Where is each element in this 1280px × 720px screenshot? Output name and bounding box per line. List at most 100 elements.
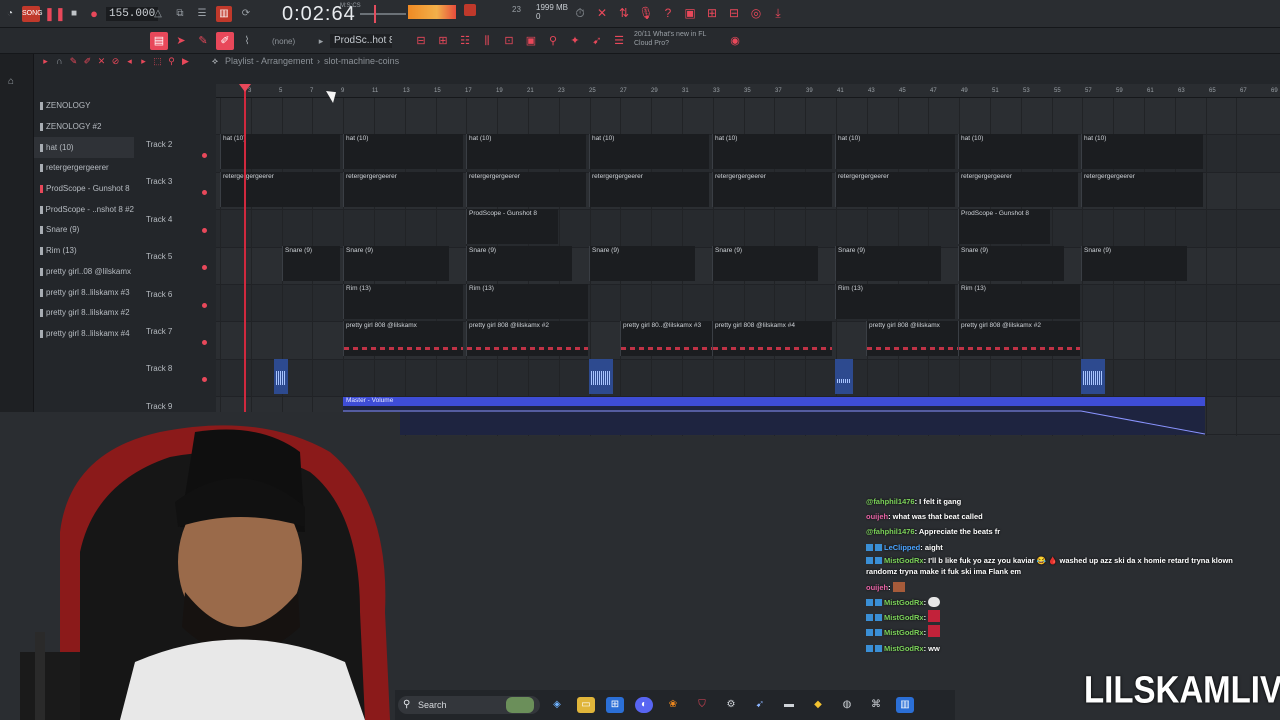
pattern-clip[interactable]: Snare (9) [712,246,818,281]
brave-icon[interactable]: ⛉ [693,697,711,713]
pattern-clip[interactable]: retergergergeerer [589,172,709,207]
pattern-clip[interactable]: pretty girl 808 @lilskamx #2 [466,321,588,356]
pattern-clip[interactable]: Rim (13) [835,284,955,319]
piano-roll-icon[interactable]: ⊟ [726,5,742,21]
playlist-view-icon[interactable]: ▤ [150,32,168,50]
browser-icon[interactable]: ⌂ [8,76,14,87]
pattern-clip[interactable]: retergergergeerer [1081,172,1203,207]
browser-item[interactable]: retergergerg­eerer [34,158,134,179]
track-header[interactable]: Track 2 [134,126,216,163]
pencil-icon[interactable]: ✎ [68,56,79,67]
pattern-clip[interactable]: Rim (13) [958,284,1080,319]
photos-icon[interactable]: ▥ [896,697,914,713]
obs-icon[interactable]: ◆ [809,697,827,713]
audio-clip[interactable] [589,359,613,394]
widgets-icon[interactable] [506,697,534,713]
automation-clip[interactable]: Master - Volume [343,397,1205,435]
pattern-clip[interactable]: retergergergeerer [835,172,955,207]
plugin-database-icon[interactable]: ⊞ [704,5,720,21]
browser-view-icon[interactable]: ⊡ [500,32,518,50]
track-header[interactable]: Track 6 [134,276,216,313]
master-volume-handle[interactable] [374,5,376,23]
track-header[interactable]: Track 4 [134,201,216,238]
countdown-icon[interactable]: ⧉ [172,6,188,22]
pattern-clip[interactable]: hat (10) [958,134,1078,169]
pattern-clip[interactable]: hat (10) [1081,134,1203,169]
close-all-icon[interactable]: ✕ [594,5,610,21]
track-lane[interactable] [216,359,1280,398]
track-header[interactable]: Track 5 [134,238,216,275]
track-mute-led[interactable] [202,377,207,383]
pattern-clip[interactable]: hat (10) [712,134,832,169]
select-icon[interactable]: ⬚ [152,56,163,67]
pattern-clip[interactable]: ProdScope - Gunshot 8 [958,209,1050,244]
track-mute-led[interactable] [202,190,207,196]
save-icon[interactable]: ▣ [682,5,698,21]
pattern-clip[interactable]: hat (10) [466,134,586,169]
pattern-clip[interactable]: retergergergeerer [958,172,1078,207]
terminal-icon[interactable]: ⌘ [867,697,885,713]
pattern-clip[interactable]: Snare (9) [1081,246,1187,281]
timeline-ruler[interactable]: 3 5 7 9 11 13 15 17 19 21 23 25 27 29 31 33 35 37 39 41 43 45… [216,84,1280,98]
playhead-marker[interactable] [239,84,251,92]
pattern-clip[interactable]: Snare (9) [343,246,449,281]
account-icon[interactable]: ◉ [726,32,744,50]
pattern-clip[interactable]: pretty girl 808 @lilskamx [343,321,463,356]
pattern-clip[interactable]: retergergergeerer [343,172,463,207]
arrow-right-icon[interactable]: ➤ [172,32,190,50]
browser-item[interactable]: ZENOLOGY #2 [34,117,134,138]
mixer-icon[interactable]: ⇅ [616,5,632,21]
track-mute-led[interactable] [202,265,207,271]
media-icon[interactable]: ◍ [838,697,856,713]
track-mute-led[interactable] [202,302,207,308]
audio-clip[interactable] [835,359,853,394]
pattern-clip[interactable]: Snare (9) [958,246,1064,281]
tool-menu-icon[interactable]: ▸ [40,56,51,67]
master-volume-slider[interactable] [360,13,406,15]
settings-icon[interactable]: ⚙ [722,697,740,713]
link-icon[interactable]: ➹ [588,32,606,50]
pattern-clip[interactable]: hat (10) [220,134,340,169]
channel-rack-icon[interactable]: ☷ [456,32,474,50]
track-lane[interactable] [216,210,1280,248]
blend-notes-icon[interactable]: ▥ [216,6,232,22]
pattern-clip[interactable]: Snare (9) [282,246,340,281]
pattern-clip[interactable]: pretty girl 808 @lilskamx [866,321,958,356]
record-icon[interactable]: ● [86,6,102,22]
pattern-clip[interactable]: pretty girl 808 @lilskamx #2 [958,321,1080,356]
pattern-clip[interactable]: pretty girl 80..@lilskamx #3 [620,321,712,356]
pattern-clip[interactable]: hat (10) [835,134,955,169]
brush-icon[interactable]: ✐ [82,56,93,67]
mixer-view-icon[interactable]: ⫼ [478,32,496,50]
browser-item[interactable]: pretty girl 8..lilskamx #3 [34,282,134,303]
track-header[interactable]: Track 7 [134,313,216,350]
audio-clip[interactable] [1081,359,1105,394]
pattern-clip[interactable]: hat (10) [343,134,463,169]
pattern-clip[interactable]: Rim (13) [343,284,463,319]
pattern-clip[interactable]: Rim (13) [466,284,588,319]
pause-icon[interactable]: ❚❚ [44,6,66,22]
track-mute-led[interactable] [202,340,207,345]
browser-item[interactable]: hat (10) [34,137,134,159]
pattern-selector[interactable]: ProdSc..hot 8 [330,34,392,48]
slice-tool-icon[interactable]: ▸ [138,56,149,67]
browser-item[interactable]: Rim (13) [34,241,134,262]
browser-item[interactable]: ProdScope - ..nshot 8 #2 [34,199,134,220]
browser-item[interactable]: pretty girl 8..lilskamx #4 [34,324,134,345]
undo-history-icon[interactable]: ⏱ [572,5,588,21]
piano-roll-view-icon[interactable]: ⊞ [434,32,452,50]
pattern-clip[interactable]: hat (10) [589,134,709,169]
slip-icon[interactable]: ◂ [124,56,135,67]
browser-item[interactable]: pretty girl..08 @lilskamx [34,262,134,283]
song-mode-button[interactable]: SONG [22,6,43,22]
pattern-clip[interactable]: Snare (9) [835,246,941,281]
stop-icon[interactable]: ■ [66,6,82,22]
pattern-clip[interactable]: retergergergeerer [466,172,586,207]
microphone-icon[interactable]: 🎙 [638,5,654,21]
snap-value[interactable]: (none) [272,37,295,46]
browser-item[interactable]: ProdScope - Gunshot 8 [34,179,134,200]
track-header[interactable]: Track 3 [134,163,216,200]
playhead[interactable] [244,88,246,428]
playlist-icon[interactable]: ⊟ [412,32,430,50]
store-icon[interactable]: ⊞ [606,697,624,713]
